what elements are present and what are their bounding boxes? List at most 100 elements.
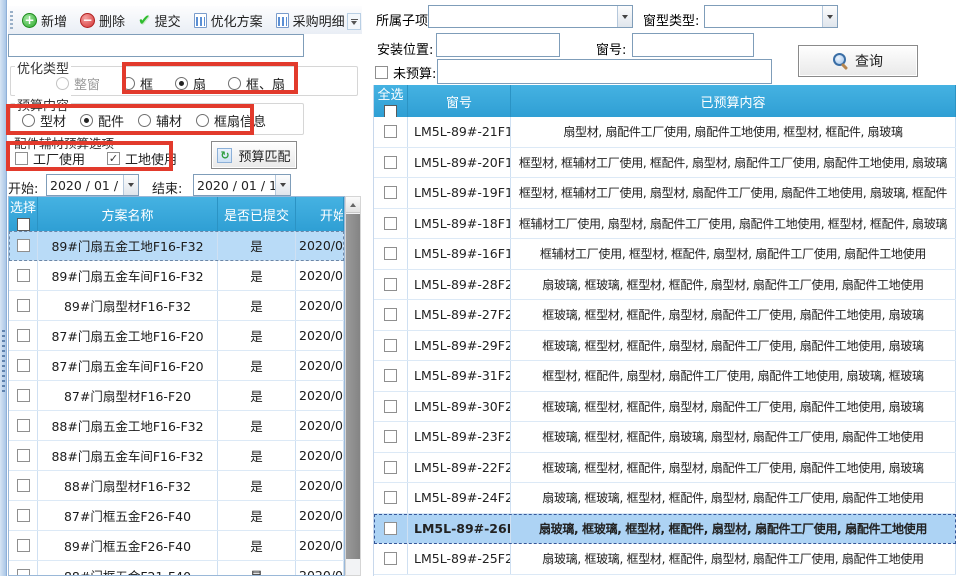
plan-name-header[interactable]: 方案名称 (38, 197, 218, 231)
window-row[interactable]: LM5L-89#-21F19 扇型材, 扇配件工厂使用, 扇配件工地使用, 框型… (374, 117, 956, 148)
plan-row[interactable]: 88#门扇五金工地F16-F32 是 2020/0 (9, 411, 344, 441)
plan-row[interactable]: 88#门扇五金车间F16-F32 是 2020/0 (9, 441, 344, 471)
submitted-header[interactable]: 是否已提交 (218, 197, 296, 231)
plan-row[interactable]: 89#门扇五金车间F16-F32 是 2020/0 (9, 261, 344, 291)
budget-content-radio[interactable]: 辅材 (138, 111, 182, 130)
add-button[interactable]: 新增 (17, 8, 72, 33)
row-checkbox[interactable] (384, 369, 397, 382)
row-checkbox[interactable] (384, 430, 397, 443)
plan-row[interactable]: 89#门框五金F26-F40 是 2020/0 (9, 531, 344, 561)
window-no-header[interactable]: 窗号 (408, 85, 511, 117)
end-date-picker[interactable]: 2020 / 01 / 13 (193, 174, 291, 196)
window-row[interactable]: LM5L-89#-22F20 框玻璃, 框型材, 框配件, 扇型材, 扇配件工厂… (374, 453, 956, 484)
opt-type-radio[interactable]: 整窗 (56, 74, 100, 93)
plan-search-input[interactable] (8, 34, 304, 57)
row-checkbox[interactable] (384, 247, 397, 260)
sub-item-select[interactable] (428, 5, 633, 28)
window-row[interactable]: LM5L-89#-29F27 框玻璃, 框型材, 框配件, 扇型材, 扇配件工厂… (374, 331, 956, 362)
window-row[interactable]: LM5L-89#-16F15 框辅材工厂使用, 框型材, 框配件, 扇型材, 扇… (374, 239, 956, 270)
opt-type-radio[interactable]: 框 (122, 74, 153, 93)
plan-row[interactable]: 89#门扇五金工地F16-F32 是 2020/0 (9, 231, 344, 261)
window-row[interactable]: LM5L-89#-27F25 框玻璃, 框型材, 框配件, 扇型材, 扇配件工厂… (374, 300, 956, 331)
plan-start-cell: 2020/0 (296, 381, 344, 410)
plan-name-cell: 88#门框五金F21-F40 (38, 561, 218, 576)
window-row[interactable]: LM5L-89#-31F29 框型材, 框配件, 扇型材, 扇配件工厂使用, 扇… (374, 361, 956, 392)
window-row[interactable]: LM5L-89#-30F28 框玻璃, 框型材, 框配件, 扇型材, 扇配件工厂… (374, 392, 956, 423)
budget-match-button[interactable]: 预算匹配 (211, 141, 297, 169)
start-header[interactable]: 开始 (296, 197, 344, 231)
row-checkbox[interactable] (384, 217, 397, 230)
scroll-up-button[interactable] (346, 197, 360, 213)
window-row[interactable]: LM5L-89#-28F26 扇玻璃, 框玻璃, 框型材, 框配件, 扇型材, … (374, 270, 956, 301)
row-checkbox[interactable] (384, 491, 397, 504)
row-checkbox[interactable] (384, 400, 397, 413)
budget-content-radio[interactable]: 配件 (80, 111, 124, 130)
row-checkbox[interactable] (17, 269, 30, 282)
select-all-checkbox[interactable] (17, 218, 30, 231)
install-pos-input[interactable] (436, 33, 560, 57)
toolbar-grip[interactable] (10, 11, 13, 29)
query-button[interactable]: 查询 (798, 45, 918, 77)
budget-content-radio[interactable]: 型材 (22, 111, 66, 130)
row-checkbox[interactable] (17, 389, 30, 402)
window-no-cell: LM5L-89#-27F25 (408, 300, 511, 330)
row-checkbox[interactable] (384, 308, 397, 321)
select-all-checkbox[interactable] (384, 105, 397, 117)
row-checkbox[interactable] (384, 156, 397, 169)
plan-row[interactable]: 88#门框五金F21-F40 是 2020/0 (9, 561, 344, 576)
budgeted-content-header[interactable]: 已预算内容 (511, 85, 956, 117)
plan-row[interactable]: 87#门扇型材F16-F20 是 2020/0 (9, 381, 344, 411)
row-checkbox[interactable] (17, 419, 30, 432)
window-row[interactable]: LM5L-89#-20F18 框型材, 框辅材工厂使用, 框配件, 扇型材, 扇… (374, 148, 956, 179)
row-checkbox[interactable] (384, 522, 397, 535)
window-row[interactable]: LM5L-89#-25F23 扇玻璃, 框玻璃, 框型材, 框配件, 扇型材, … (374, 544, 956, 575)
submit-button[interactable]: 提交 (133, 8, 186, 33)
plan-row[interactable]: 87#门框五金F26-F40 是 2020/0 (9, 501, 344, 531)
row-checkbox[interactable] (384, 339, 397, 352)
row-checkbox[interactable] (17, 479, 30, 492)
plan-row[interactable]: 87#门扇五金车间F16-F20 是 2020/0 (9, 351, 344, 381)
not-budgeted-input[interactable] (437, 59, 772, 84)
plan-row[interactable]: 88#门扇型材F16-F32 是 2020/0 (9, 471, 344, 501)
start-date-picker[interactable]: 2020 / 01 / 1 (46, 174, 139, 196)
plan-table-scrollbar[interactable] (345, 196, 361, 576)
plan-row[interactable]: 87#门扇五金工地F16-F20 是 2020/0 (9, 321, 344, 351)
row-checkbox[interactable] (17, 509, 30, 522)
splitter-grip[interactable] (2, 330, 5, 394)
window-row[interactable]: LM5L-89#-18F16 框辅材工厂使用, 扇型材, 扇配件工厂使用, 扇配… (374, 209, 956, 240)
optimize-plan-button[interactable]: 优化方案 (189, 8, 268, 33)
row-checkbox[interactable] (17, 359, 30, 372)
dropdown-button[interactable] (617, 6, 632, 27)
plan-row[interactable]: 89#门扇型材F16-F32 是 2020/0 (9, 291, 344, 321)
row-checkbox[interactable] (384, 552, 397, 565)
dropdown-button[interactable] (123, 175, 138, 195)
opt-type-radio[interactable]: 扇 (175, 74, 206, 93)
row-checkbox[interactable] (384, 278, 397, 291)
scrollbar-thumb[interactable] (346, 214, 360, 559)
dropdown-button[interactable] (275, 175, 290, 195)
row-checkbox[interactable] (17, 329, 30, 342)
budgeted-content-cell: 框玻璃, 框型材, 框配件, 扇型材, 扇配件工厂使用, 扇配件工地使用, 扇玻… (511, 331, 956, 361)
usage-checkbox-item[interactable]: 工厂使用 (15, 149, 85, 168)
toolbar-overflow-button[interactable] (347, 13, 361, 30)
not-budgeted-checkbox-item[interactable]: 未预算: (375, 63, 436, 82)
row-checkbox[interactable] (17, 539, 30, 552)
window-row[interactable]: LM5L-89#-26F24 扇玻璃, 框玻璃, 框型材, 框配件, 扇型材, … (374, 514, 956, 545)
row-checkbox[interactable] (17, 299, 30, 312)
window-type-select[interactable] (704, 5, 838, 28)
window-row[interactable]: LM5L-89#-24F22 扇玻璃, 框玻璃, 框型材, 框配件, 扇型材, … (374, 483, 956, 514)
row-checkbox[interactable] (384, 125, 397, 138)
row-checkbox[interactable] (17, 239, 30, 252)
row-checkbox[interactable] (17, 569, 30, 576)
window-row[interactable]: LM5L-89#-19F17 框型材, 框辅材工厂使用, 扇型材, 扇配件工厂使… (374, 178, 956, 209)
dropdown-button[interactable] (822, 6, 837, 27)
opt-type-radio[interactable]: 框、扇 (228, 74, 285, 93)
row-checkbox[interactable] (17, 449, 30, 462)
row-checkbox[interactable] (384, 186, 397, 199)
usage-checkbox-item[interactable]: 工地使用 (107, 149, 177, 168)
budget-content-radio[interactable]: 框扇信息 (196, 111, 266, 130)
delete-button[interactable]: 删除 (75, 8, 130, 33)
window-no-input[interactable] (632, 33, 754, 57)
window-row[interactable]: LM5L-89#-23F21 框玻璃, 框型材, 框配件, 扇玻璃, 扇型材, … (374, 422, 956, 453)
row-checkbox[interactable] (384, 461, 397, 474)
